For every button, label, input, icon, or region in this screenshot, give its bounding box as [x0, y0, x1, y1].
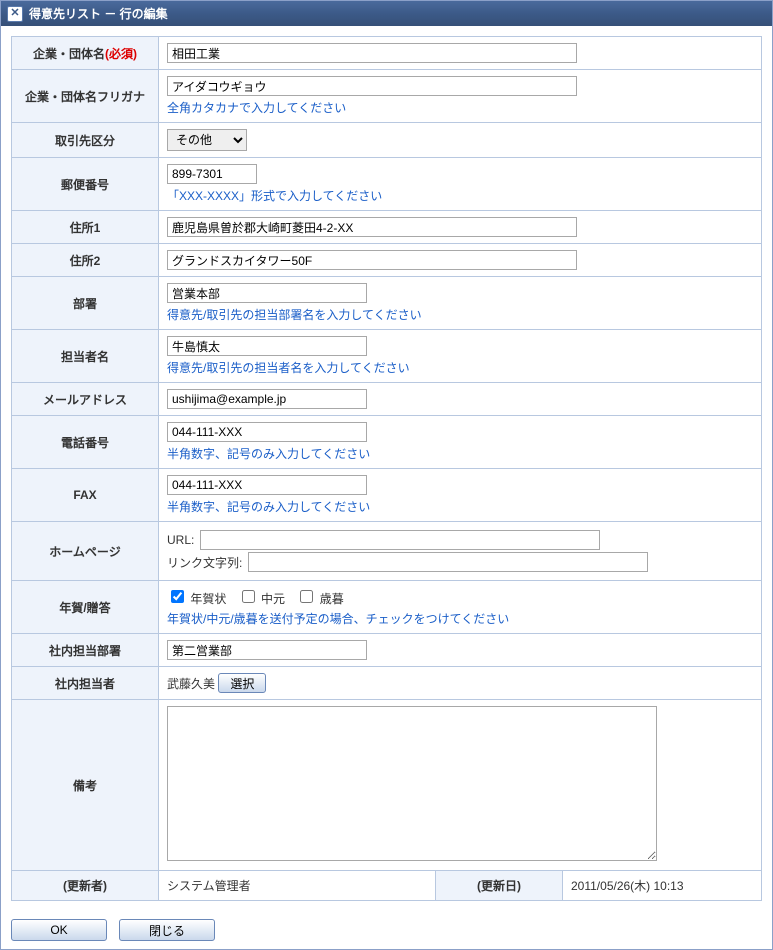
ok-button[interactable]: OK — [11, 919, 107, 941]
label-company: 企業・団体名(必須) — [12, 37, 159, 70]
button-bar: OK 閉じる — [1, 911, 772, 949]
form-area: 企業・団体名(必須) 企業・団体名フリガナ 全角カタカナで入力してください 取引… — [1, 26, 772, 911]
label-internal-dept: 社内担当部署 — [12, 634, 159, 667]
dialog-window: ✕ 得意先リスト － 行の編集 企業・団体名(必須) 企業・団体名フリガナ 全角… — [0, 0, 773, 950]
label-updater: (更新者) — [12, 871, 159, 901]
internal-dept-input[interactable] — [167, 640, 367, 660]
hint-fax: 半角数字、記号のみ入力してください — [167, 498, 753, 515]
company-kana-input[interactable] — [167, 76, 577, 96]
updater-value: システム管理者 — [159, 871, 436, 901]
url-input[interactable] — [200, 530, 600, 550]
select-person-button[interactable]: 選択 — [218, 673, 266, 693]
close-button[interactable]: 閉じる — [119, 919, 215, 941]
notes-textarea[interactable] — [167, 706, 657, 861]
category-select[interactable]: その他 — [167, 129, 247, 151]
gift-checkboxes: 年賀状 中元 歳暮 — [167, 587, 753, 607]
titlebar: ✕ 得意先リスト － 行の編集 — [1, 1, 772, 26]
hint-tel: 半角数字、記号のみ入力してください — [167, 445, 753, 462]
label-notes: 備考 — [12, 700, 159, 871]
addr2-input[interactable] — [167, 250, 577, 270]
label-company-kana: 企業・団体名フリガナ — [12, 70, 159, 123]
label-addr1: 住所1 — [12, 211, 159, 244]
hint-dept: 得意先/取引先の担当部署名を入力してください — [167, 306, 753, 323]
email-input[interactable] — [167, 389, 367, 409]
label-email: メールアドレス — [12, 383, 159, 416]
linktext-input[interactable] — [248, 552, 648, 572]
form-table: 企業・団体名(必須) 企業・団体名フリガナ 全角カタカナで入力してください 取引… — [11, 36, 762, 901]
hint-gifts: 年賀状/中元/歳暮を送付予定の場合、チェックをつけてください — [167, 610, 753, 627]
postal-input[interactable] — [167, 164, 257, 184]
fax-input[interactable] — [167, 475, 367, 495]
label-addr2: 住所2 — [12, 244, 159, 277]
dept-input[interactable] — [167, 283, 367, 303]
label-gifts: 年賀/贈答 — [12, 581, 159, 634]
label-updated: (更新日) — [436, 871, 563, 901]
gift-nenga-checkbox[interactable] — [171, 590, 184, 603]
contact-input[interactable] — [167, 336, 367, 356]
hint-postal: 「XXX-XXXX」形式で入力してください — [167, 187, 753, 204]
gift-chugen-checkbox[interactable] — [242, 590, 255, 603]
updated-value: 2011/05/26(木) 10:13 — [563, 871, 762, 901]
hint-kana: 全角カタカナで入力してください — [167, 99, 753, 116]
internal-person-value: 武藤久美 — [167, 677, 215, 691]
label-contact: 担当者名 — [12, 330, 159, 383]
window-title: 得意先リスト － 行の編集 — [29, 5, 168, 22]
gift-seibo-checkbox[interactable] — [300, 590, 313, 603]
tel-input[interactable] — [167, 422, 367, 442]
company-input[interactable] — [167, 43, 577, 63]
label-tel: 電話番号 — [12, 416, 159, 469]
label-postal: 郵便番号 — [12, 158, 159, 211]
label-dept: 部署 — [12, 277, 159, 330]
label-linktext: リンク文字列: — [167, 554, 242, 571]
label-url: URL: — [167, 533, 194, 547]
hint-contact: 得意先/取引先の担当者名を入力してください — [167, 359, 753, 376]
close-icon[interactable]: ✕ — [7, 6, 23, 22]
label-internal-person: 社内担当者 — [12, 667, 159, 700]
addr1-input[interactable] — [167, 217, 577, 237]
label-category: 取引先区分 — [12, 123, 159, 158]
label-homepage: ホームページ — [12, 522, 159, 581]
label-fax: FAX — [12, 469, 159, 522]
